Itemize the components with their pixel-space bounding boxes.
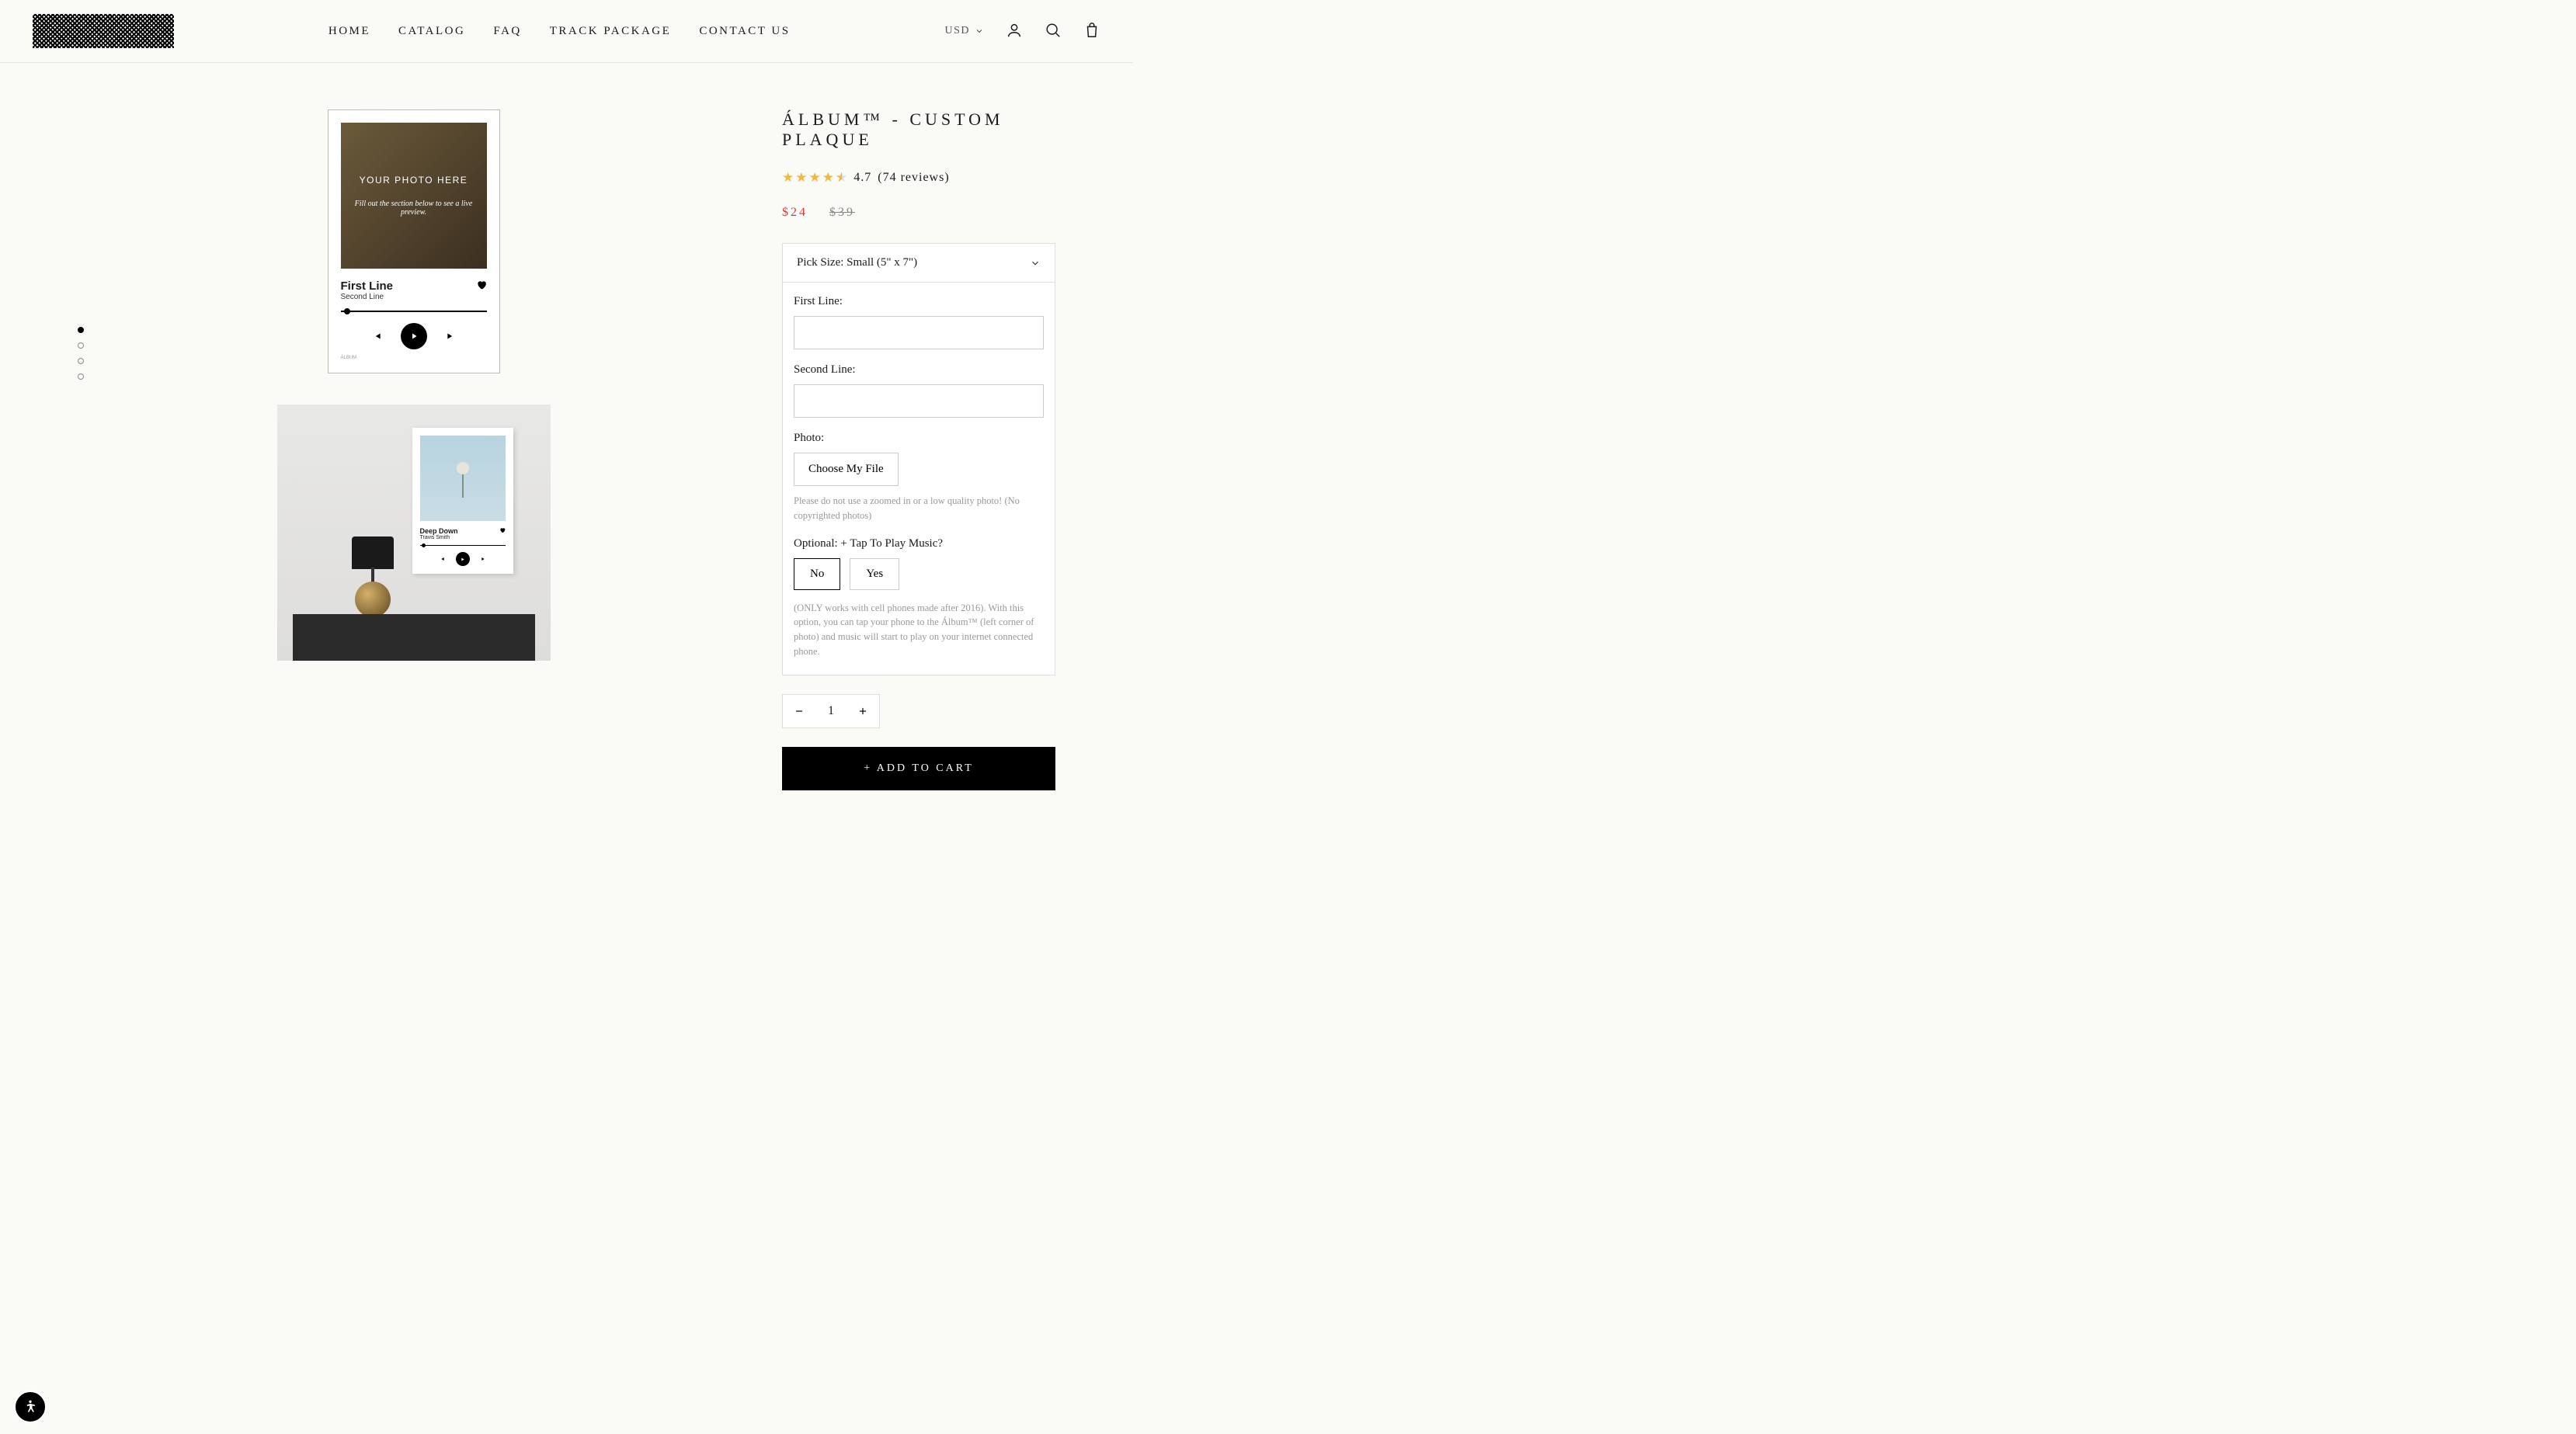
- next-track-icon: [446, 331, 457, 342]
- chevron-down-icon: [975, 26, 984, 36]
- pager-dot-2[interactable]: [78, 342, 84, 349]
- gallery-images: YOUR PHOTO HERE Fill out the section bel…: [107, 109, 720, 790]
- cart-button[interactable]: [1083, 22, 1100, 41]
- quantity-value: 1: [815, 704, 846, 718]
- header-actions: USD: [944, 22, 1100, 41]
- plaque-controls: [341, 323, 487, 349]
- product-gallery: YOUR PHOTO HERE Fill out the section bel…: [78, 109, 720, 790]
- music-option-yes[interactable]: Yes: [850, 558, 899, 590]
- nav-catalog[interactable]: CATALOG: [398, 25, 465, 38]
- play-icon: [456, 552, 470, 566]
- nav-contact[interactable]: CONTACT US: [699, 25, 790, 38]
- gallery-pager: [78, 327, 84, 380]
- second-line-label: Second Line:: [794, 363, 1044, 377]
- music-option-no[interactable]: No: [794, 558, 840, 590]
- lamp-stem: [371, 568, 374, 583]
- choose-file-button[interactable]: Choose My File: [794, 453, 899, 486]
- play-icon: [401, 323, 427, 349]
- main-nav: HOME CATALOG FAQ TRACK PACKAGE CONTACT U…: [329, 25, 791, 38]
- lamp-base: [355, 582, 391, 617]
- compare-price: $39: [829, 206, 855, 220]
- currency-label: USD: [944, 25, 970, 37]
- star-icon: ★: [795, 170, 807, 186]
- nav-faq[interactable]: FAQ: [493, 25, 521, 38]
- product-form: Pick Size: Small (5" x 7") First Line: S…: [782, 243, 1055, 675]
- lamp-shade: [352, 536, 394, 569]
- photo-label: Photo:: [794, 432, 1044, 445]
- account-button[interactable]: [1006, 22, 1023, 41]
- site-header: HOME CATALOG FAQ TRACK PACKAGE CONTACT U…: [0, 0, 1133, 63]
- prev-track-icon: [371, 331, 382, 342]
- scene-progress: [420, 545, 506, 546]
- product-title: ÁLBUM™ - CUSTOM PLAQUE: [782, 109, 1055, 150]
- plus-icon: [857, 706, 868, 717]
- scene-line1: Deep Down: [420, 527, 458, 535]
- product-main: YOUR PHOTO HERE Fill out the section bel…: [0, 63, 1133, 790]
- size-selector[interactable]: Pick Size: Small (5" x 7"): [783, 244, 1055, 283]
- search-icon: [1045, 22, 1062, 39]
- scene-photo: [420, 436, 506, 521]
- plaque-line2: Second Line: [341, 293, 394, 301]
- add-to-cart-button[interactable]: + ADD TO CART: [782, 747, 1055, 790]
- second-line-input[interactable]: [794, 384, 1044, 418]
- currency-selector[interactable]: USD: [944, 25, 984, 37]
- music-option-label: Optional: + Tap To Play Music?: [794, 537, 1044, 550]
- next-track-icon: [481, 556, 487, 562]
- plaque-photo-placeholder: YOUR PHOTO HERE Fill out the section bel…: [341, 123, 487, 269]
- plaque-progress-bar: [341, 311, 487, 312]
- scene-table: [293, 614, 535, 661]
- plaque-line1: First Line: [341, 280, 394, 293]
- price: $24: [782, 206, 808, 220]
- photo-hint: Please do not use a zoomed in or a low q…: [794, 494, 1044, 523]
- scene-line2: Travis Smith: [420, 535, 458, 540]
- price-row: $24 $39: [782, 206, 1055, 220]
- product-image-1: YOUR PHOTO HERE Fill out the section bel…: [328, 109, 500, 373]
- accessibility-icon: [23, 1399, 38, 1415]
- music-hint: (ONLY works with cell phones made after …: [794, 601, 1044, 659]
- product-details: ÁLBUM™ - CUSTOM PLAQUE ★ ★ ★ ★ ★ ★ 4.7 (…: [782, 109, 1055, 790]
- qty-decrease-button[interactable]: [783, 695, 815, 727]
- user-icon: [1006, 22, 1023, 39]
- music-option-group: No Yes: [794, 558, 1044, 590]
- first-line-label: First Line:: [794, 295, 1044, 308]
- search-button[interactable]: [1045, 22, 1062, 41]
- site-logo[interactable]: [33, 14, 174, 48]
- first-line-input[interactable]: [794, 316, 1044, 349]
- plaque-overlay-title: YOUR PHOTO HERE: [360, 175, 468, 186]
- rating-count: (74 reviews): [878, 171, 949, 185]
- scene-plaque: Deep Down Travis Smith: [412, 428, 513, 574]
- pager-dot-1[interactable]: [78, 327, 84, 333]
- star-icon: ★: [782, 170, 794, 186]
- chevron-down-icon: [1030, 258, 1041, 269]
- nav-home[interactable]: HOME: [329, 25, 370, 38]
- plaque-footer: ÁLBUM: [341, 356, 487, 360]
- plaque-overlay-sub: Fill out the section below to see a live…: [350, 200, 478, 217]
- nav-track[interactable]: TRACK PACKAGE: [550, 25, 672, 38]
- heart-icon: [499, 527, 506, 533]
- accessibility-button[interactable]: [14, 1391, 47, 1423]
- rating-value: 4.7: [853, 171, 871, 185]
- minus-icon: [794, 706, 805, 717]
- quantity-stepper: 1: [782, 694, 880, 728]
- pager-dot-4[interactable]: [78, 373, 84, 380]
- star-half-icon: ★ ★: [836, 170, 847, 186]
- heart-icon: [476, 280, 487, 290]
- size-label: Pick Size: Small (5" x 7"): [797, 256, 917, 269]
- product-image-2: Deep Down Travis Smith: [277, 405, 551, 661]
- star-icon: ★: [822, 170, 834, 186]
- pager-dot-3[interactable]: [78, 358, 84, 364]
- bag-icon: [1083, 22, 1100, 39]
- qty-increase-button[interactable]: [846, 695, 879, 727]
- star-icon: ★: [809, 170, 821, 186]
- product-rating[interactable]: ★ ★ ★ ★ ★ ★ 4.7 (74 reviews): [782, 170, 1055, 186]
- prev-track-icon: [439, 556, 445, 562]
